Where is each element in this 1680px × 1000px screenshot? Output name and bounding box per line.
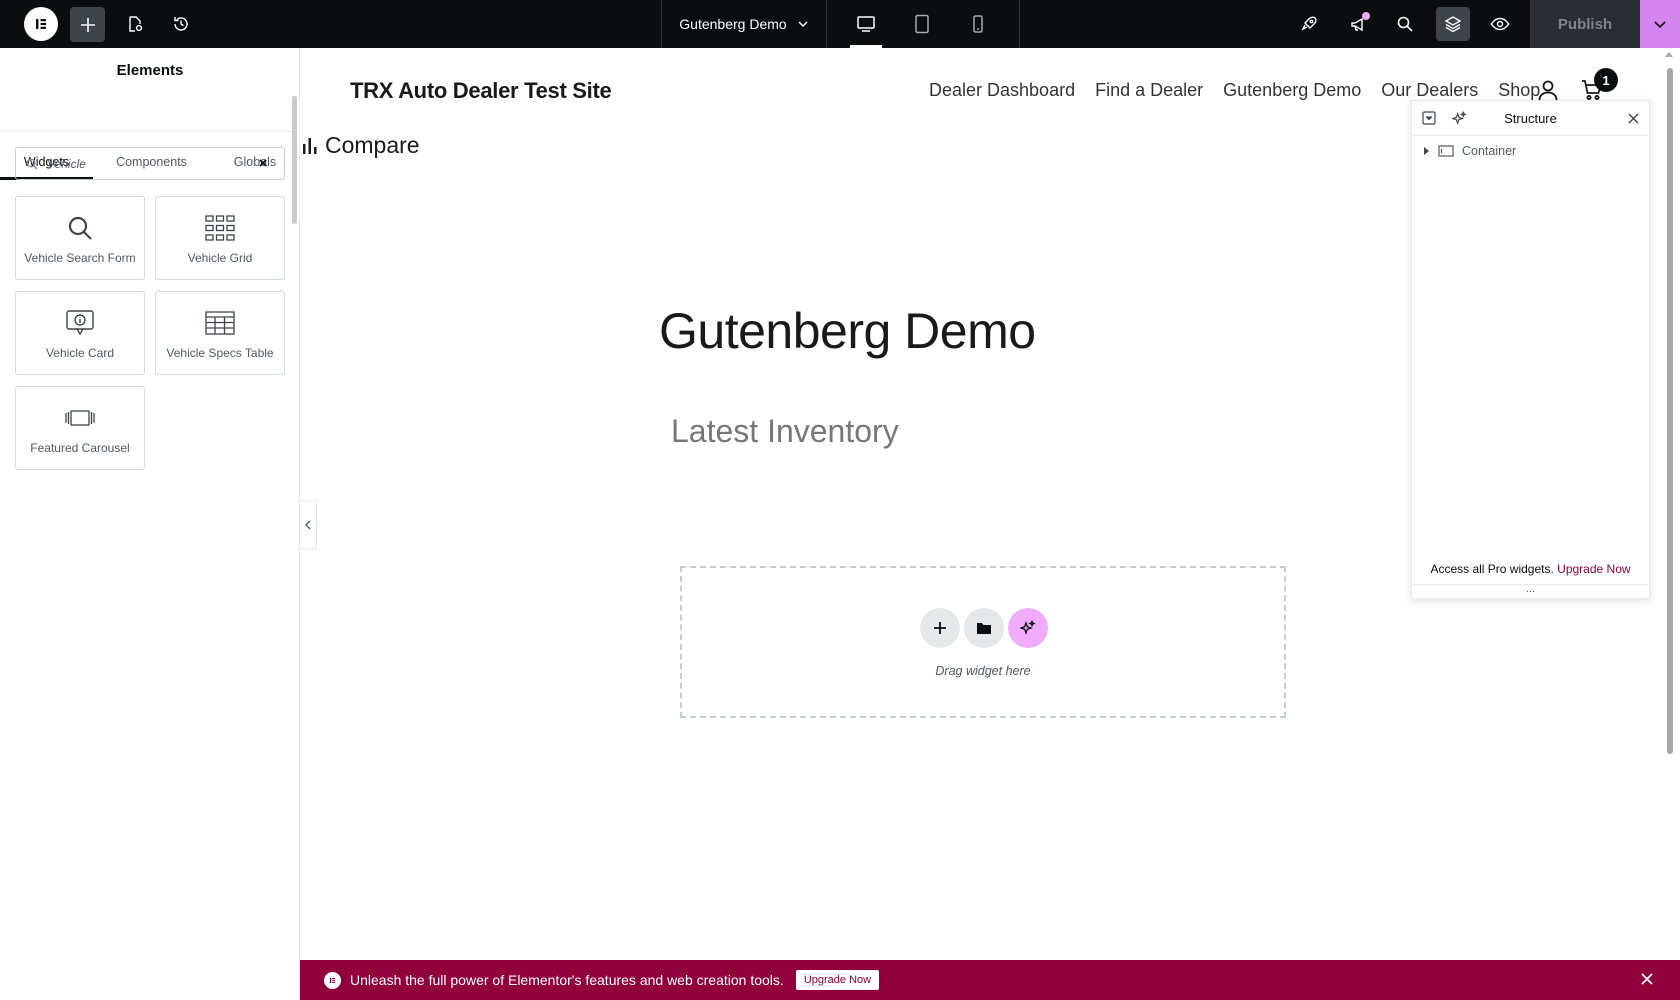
elementor-logo-icon bbox=[324, 971, 341, 989]
compare-label: Compare bbox=[325, 132, 420, 158]
layers-icon bbox=[1444, 16, 1462, 33]
add-template-button[interactable] bbox=[964, 608, 1004, 648]
grid-icon bbox=[205, 215, 235, 241]
widget-vehicle-grid[interactable]: Vehicle Grid bbox=[155, 196, 285, 280]
pro-widgets-text: Access all Pro widgets. bbox=[1430, 562, 1554, 576]
ai-generate-button[interactable] bbox=[1008, 608, 1048, 648]
widget-search-box bbox=[15, 147, 285, 180]
elementor-logo-icon bbox=[36, 19, 46, 29]
rocket-icon bbox=[1301, 16, 1317, 31]
plus-icon bbox=[80, 17, 95, 32]
container-icon bbox=[1438, 145, 1454, 157]
widget-label: Vehicle Card bbox=[45, 346, 115, 360]
collapse-panel-button[interactable] bbox=[300, 500, 317, 549]
structure-resize-handle[interactable]: ... bbox=[1412, 584, 1649, 598]
compare-link[interactable]: Compare bbox=[303, 132, 420, 159]
widget-label: Vehicle Search Form bbox=[24, 251, 136, 265]
search-icon bbox=[26, 158, 38, 169]
chevron-left-icon bbox=[305, 520, 311, 529]
cart-count-badge: 1 bbox=[1594, 68, 1618, 92]
nav-item-find-a-dealer[interactable]: Find a Dealer bbox=[1095, 80, 1203, 101]
elementor-logo-button[interactable] bbox=[24, 7, 58, 41]
promo-text: Unleash the full power of Elementor's fe… bbox=[350, 972, 784, 988]
document-title: Gutenberg Demo bbox=[679, 16, 787, 32]
document-switcher[interactable]: Gutenberg Demo bbox=[661, 0, 827, 48]
promo-banner: Unleash the full power of Elementor's fe… bbox=[300, 960, 1680, 1000]
nav-item-shop[interactable]: Shop bbox=[1498, 80, 1540, 101]
widget-vehicle-card[interactable]: Vehicle Card bbox=[15, 291, 145, 375]
site-title[interactable]: TRX Auto Dealer Test Site bbox=[350, 78, 612, 104]
mobile-icon bbox=[973, 15, 983, 33]
structure-item-label: Container bbox=[1462, 144, 1517, 158]
page-heading[interactable]: Gutenberg Demo bbox=[659, 302, 1036, 360]
structure-tree-item[interactable]: Container bbox=[1422, 144, 1516, 158]
magnifier-icon bbox=[68, 216, 92, 240]
latest-inventory-heading[interactable]: Latest Inventory bbox=[671, 413, 899, 450]
preview-button[interactable] bbox=[1483, 7, 1517, 41]
dropzone-hint: Drag widget here bbox=[935, 664, 1031, 678]
nav-item-gutenberg-demo[interactable]: Gutenberg Demo bbox=[1223, 80, 1361, 101]
user-icon bbox=[1538, 80, 1558, 101]
elements-panel: Elements Widgets Components Globals Vehi… bbox=[0, 48, 300, 1000]
close-icon[interactable] bbox=[1640, 972, 1654, 986]
tablet-icon bbox=[915, 14, 929, 34]
clear-search-icon[interactable] bbox=[257, 157, 269, 169]
notifications-button[interactable] bbox=[1341, 7, 1375, 41]
device-switcher bbox=[827, 0, 1020, 48]
widget-label: Vehicle Grid bbox=[187, 251, 253, 265]
desktop-icon bbox=[857, 16, 875, 32]
canvas-scroll-up-arrow[interactable] bbox=[1665, 52, 1673, 57]
publish-button[interactable]: Publish bbox=[1530, 0, 1640, 48]
widget-vehicle-specs-table[interactable]: Vehicle Specs Table bbox=[155, 291, 285, 375]
site-nav: Dealer Dashboard Find a Dealer Gutenberg… bbox=[929, 80, 1540, 101]
widget-vehicle-search-form[interactable]: Vehicle Search Form bbox=[15, 196, 145, 280]
panel-scrollbar[interactable] bbox=[292, 96, 297, 224]
structure-button[interactable] bbox=[1436, 7, 1470, 41]
history-icon bbox=[174, 17, 188, 31]
history-button[interactable] bbox=[164, 7, 198, 41]
canvas-scrollbar[interactable] bbox=[1667, 68, 1673, 754]
device-tablet-button[interactable] bbox=[894, 0, 950, 48]
pro-widgets-note: Access all Pro widgets. Upgrade Now bbox=[1412, 562, 1649, 576]
add-element-button[interactable] bbox=[70, 7, 105, 42]
promo-upgrade-button[interactable]: Upgrade Now bbox=[795, 970, 880, 990]
structure-header: Structure bbox=[1412, 101, 1649, 136]
chevron-down-icon bbox=[1654, 21, 1666, 29]
search-button[interactable] bbox=[1388, 7, 1422, 41]
search-icon bbox=[1397, 16, 1413, 32]
add-section-button[interactable] bbox=[920, 608, 960, 648]
upgrade-now-link[interactable]: Upgrade Now bbox=[1557, 562, 1630, 576]
close-icon[interactable] bbox=[1628, 113, 1639, 124]
chevron-down-icon bbox=[798, 21, 808, 27]
launch-button[interactable] bbox=[1292, 7, 1326, 41]
page-settings-icon bbox=[129, 16, 143, 32]
bar-chart-icon bbox=[303, 137, 317, 154]
widget-label: Featured Carousel bbox=[30, 441, 130, 455]
nav-item-dealer-dashboard[interactable]: Dealer Dashboard bbox=[929, 80, 1075, 101]
structure-panel: Structure Container Access all Pro widge… bbox=[1411, 100, 1650, 599]
info-card-icon bbox=[66, 310, 94, 336]
structure-title: Structure bbox=[1504, 111, 1557, 126]
publish-options-button[interactable] bbox=[1640, 0, 1680, 48]
device-mobile-button[interactable] bbox=[950, 0, 1006, 48]
table-icon bbox=[205, 311, 235, 335]
page-settings-button[interactable] bbox=[118, 7, 152, 41]
panel-title: Elements bbox=[116, 62, 184, 79]
nav-item-our-dealers[interactable]: Our Dealers bbox=[1381, 80, 1478, 101]
carousel-icon bbox=[65, 410, 95, 426]
notification-dot bbox=[1362, 12, 1370, 20]
empty-section-dropzone[interactable]: Drag widget here bbox=[680, 566, 1286, 718]
tab-divider bbox=[0, 131, 295, 132]
folder-icon bbox=[977, 623, 991, 634]
widget-search-input[interactable] bbox=[47, 156, 247, 171]
widget-label: Vehicle Specs Table bbox=[166, 346, 274, 360]
widget-featured-carousel[interactable]: Featured Carousel bbox=[15, 386, 145, 470]
caret-right-icon bbox=[1424, 147, 1429, 155]
device-desktop-button[interactable] bbox=[838, 0, 894, 48]
eye-icon bbox=[1490, 17, 1510, 31]
editor-top-bar: Gutenberg Demo Publish bbox=[0, 0, 1680, 48]
plus-icon bbox=[934, 622, 946, 634]
ai-sparkle-icon bbox=[1020, 620, 1036, 635]
